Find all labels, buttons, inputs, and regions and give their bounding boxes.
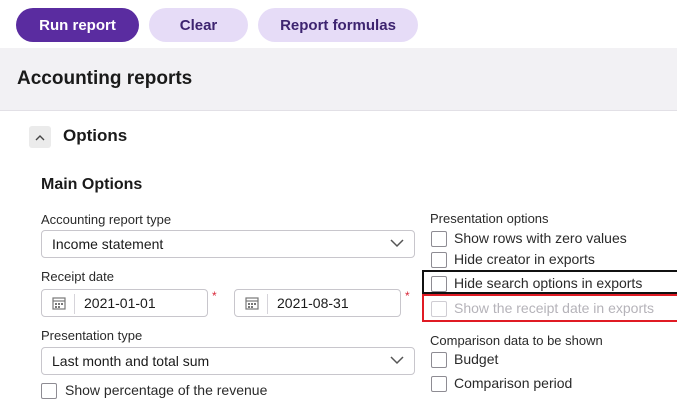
report-type-select[interactable]: Income statement [41,230,415,258]
zero-rows-label: Show rows with zero values [454,230,627,246]
clear-button[interactable]: Clear [149,8,248,42]
presentation-type-label: Presentation type [41,328,143,343]
chevron-down-icon [390,356,404,365]
receipt-date-start-value: 2021-01-01 [84,295,156,311]
receipt-date-label: Receipt date [41,269,114,284]
zero-rows-checkbox[interactable] [431,231,447,247]
chevron-up-icon [35,134,45,140]
options-section-title: Options [63,126,128,145]
report-formulas-button[interactable]: Report formulas [258,8,418,42]
hide-creator-label: Hide creator in exports [454,251,595,267]
presentation-type-select[interactable]: Last month and total sum [41,347,415,375]
comparison-heading: Comparison data to be shown [430,333,603,348]
show-percentage-label: Show percentage of the revenue [65,382,268,398]
comparison-period-label: Comparison period [454,375,573,391]
toolbar: Run report Clear Report formulas [0,0,677,48]
required-marker: * [405,289,410,303]
date-divider [267,294,268,314]
collapse-options-button[interactable] [29,126,51,148]
report-type-value: Income statement [52,236,164,252]
show-percentage-checkbox[interactable] [41,383,57,399]
budget-label: Budget [454,351,499,367]
page-title: Accounting reports [17,68,193,89]
hide-creator-checkbox[interactable] [431,252,447,268]
budget-checkbox[interactable] [431,352,447,368]
required-marker: * [212,289,217,303]
calendar-icon [245,297,259,310]
chevron-down-icon [390,239,404,248]
report-type-label: Accounting report type [41,212,172,227]
presentation-options-heading: Presentation options [430,211,549,226]
page-header: Accounting reports [0,48,677,111]
date-divider [74,294,75,314]
main-options-heading: Main Options [41,176,143,193]
highlight-box-black [422,270,677,294]
presentation-type-value: Last month and total sum [52,353,210,369]
highlight-box-red [422,294,677,322]
calendar-icon [52,297,66,310]
run-report-button[interactable]: Run report [16,8,139,42]
receipt-date-start-input[interactable]: 2021-01-01 [41,289,208,317]
receipt-date-end-input[interactable]: 2021-08-31 [234,289,401,317]
comparison-period-checkbox[interactable] [431,376,447,392]
receipt-date-end-value: 2021-08-31 [277,295,349,311]
